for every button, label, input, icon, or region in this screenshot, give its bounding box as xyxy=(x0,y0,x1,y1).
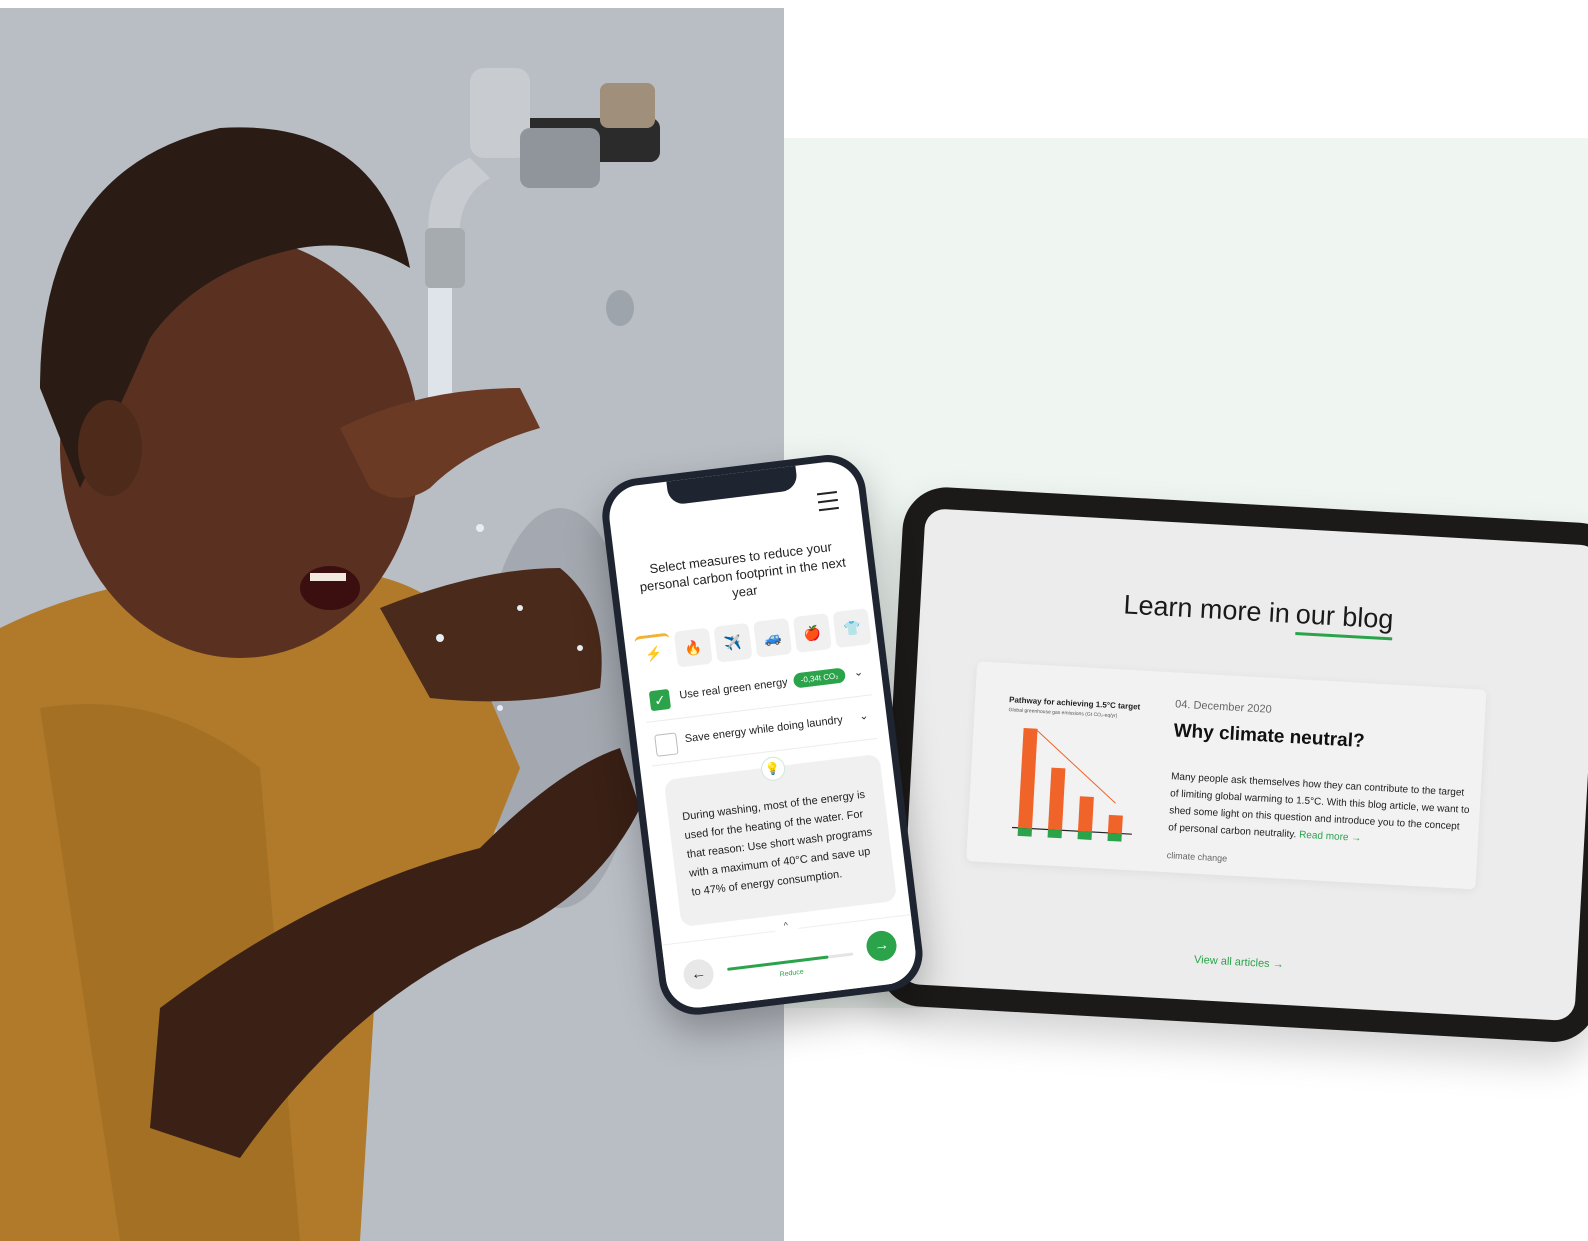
chevron-down-icon[interactable]: ⌄ xyxy=(858,709,870,723)
thumb-bar-4 xyxy=(1107,814,1123,834)
view-all-articles-link[interactable]: View all articles → xyxy=(901,938,1577,988)
tab-clothing[interactable]: 👕 xyxy=(832,608,872,649)
lightbulb-icon: 💡 xyxy=(759,755,787,783)
post-excerpt: Many people ask themselves how they can … xyxy=(1168,768,1471,853)
tip-text: During washing, most of the energy is us… xyxy=(681,788,873,899)
co2-savings-badge: -0,34t CO₂ xyxy=(792,667,847,689)
tab-heating[interactable]: 🔥 xyxy=(673,627,713,668)
blog-heading: Learn more in our blog xyxy=(920,578,1588,652)
phone-screen: Select measures to reduce your personal … xyxy=(605,458,920,1012)
thumb-bar-1 xyxy=(1018,728,1038,829)
post-date: 04. December 2020 xyxy=(1174,698,1272,716)
menu-icon[interactable] xyxy=(816,490,839,512)
blog-post-card[interactable]: Pathway for achieving 1.5°C target Globa… xyxy=(966,661,1487,890)
chevron-up-icon[interactable]: ^ xyxy=(773,918,799,936)
tablet-device: Learn more in our blog Pathway for achiev… xyxy=(875,485,1588,1045)
blog-heading-accent: our blog xyxy=(1294,599,1395,641)
tab-food[interactable]: 🍎 xyxy=(792,612,832,653)
thumb-bar-2 xyxy=(1047,767,1066,831)
measures-title: Select measures to reduce your personal … xyxy=(638,539,847,601)
tab-energy[interactable]: ⚡ xyxy=(634,632,674,673)
thumb-bar-3 xyxy=(1077,796,1094,832)
post-title[interactable]: Why climate neutral? xyxy=(1173,720,1365,753)
blog-heading-plain: Learn more in xyxy=(1122,589,1291,629)
chevron-down-icon[interactable]: ⌄ xyxy=(853,665,864,679)
measure-label: Use real green energy xyxy=(678,676,789,702)
checkbox-checked[interactable]: ✓ xyxy=(648,688,672,712)
checkbox-unchecked[interactable] xyxy=(654,732,679,757)
measure-label: Save energy while doing laundry xyxy=(684,713,844,746)
post-thumbnail-chart: Pathway for achieving 1.5°C target Globa… xyxy=(981,676,1160,855)
tip-box: 💡 During washing, most of the energy is … xyxy=(663,753,898,928)
tab-flights[interactable]: ✈️ xyxy=(713,622,753,663)
tablet-screen: Learn more in our blog Pathway for achiev… xyxy=(899,508,1588,1022)
tab-car[interactable]: 🚙 xyxy=(753,617,793,658)
post-tag[interactable]: climate change xyxy=(1166,850,1227,863)
read-more-link[interactable]: Read more → xyxy=(1299,830,1362,844)
